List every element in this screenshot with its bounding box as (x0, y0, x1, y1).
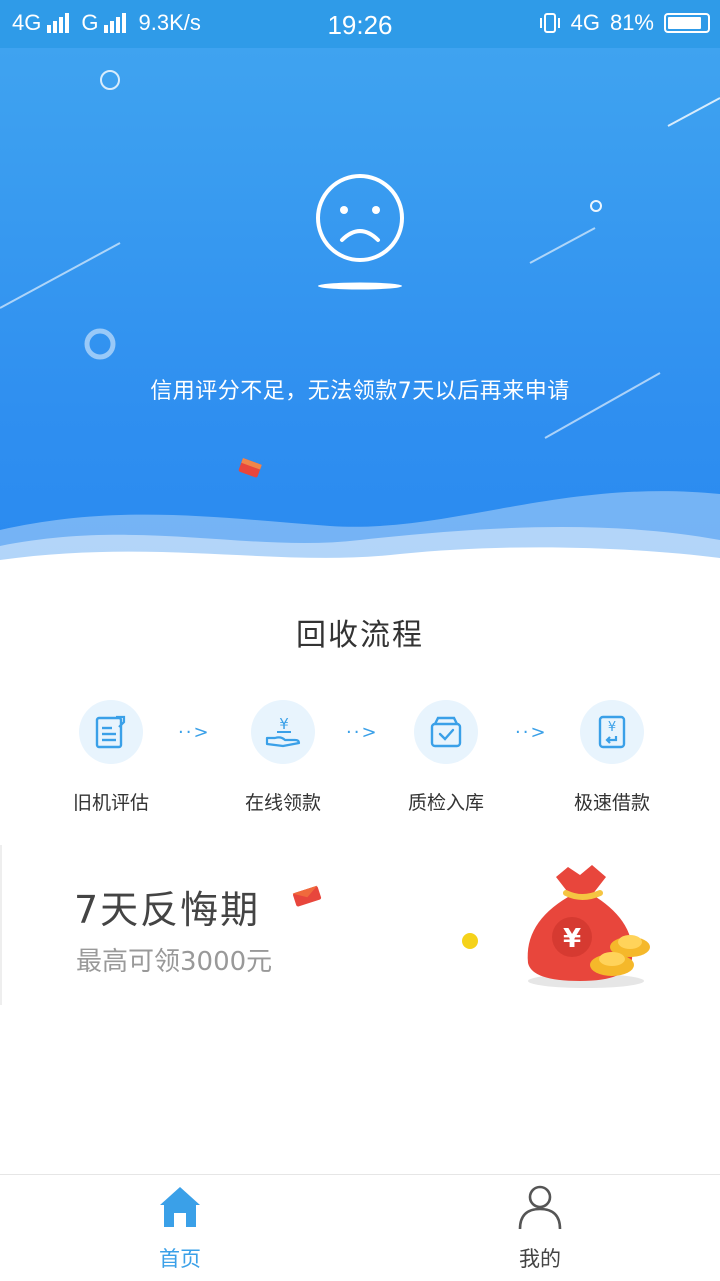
svg-text:¥: ¥ (608, 720, 616, 735)
tab-mine-label: 我的 (519, 1247, 561, 1271)
step-phone-evaluation[interactable]: 旧机评估 (41, 700, 181, 815)
step-fast-loan[interactable]: ¥ 极速借款 (542, 700, 682, 815)
step-label: 质检入库 (407, 792, 484, 814)
red-envelope-icon (292, 885, 322, 907)
document-edit-icon (95, 715, 126, 749)
fast-loan-icon: ¥ (598, 715, 626, 749)
hero-banner: 信用评分不足，无法领款7天以后再来申请 (0, 48, 720, 568)
arrow-icon: ··> (178, 722, 211, 743)
step-icon-bg (79, 700, 143, 764)
network-type-right: 4G (570, 10, 600, 35)
tab-home-label: 首页 (159, 1247, 201, 1271)
step-icon-bg: ¥ (580, 700, 644, 764)
credit-insufficient-message: 信用评分不足，无法领款7天以后再来申请 (150, 379, 570, 404)
tab-mine[interactable]: 我的 (440, 1175, 640, 1281)
hero-decoration (0, 70, 720, 568)
vibrate-icon (539, 13, 560, 33)
promo-title: 7天反悔期 (74, 888, 261, 932)
arrow-icon: ··> (346, 722, 379, 743)
promo-subtitle: 最高可领3000元 (76, 947, 273, 977)
coin-dot-icon (462, 933, 478, 949)
status-bar: 4G G 9.3K/s 19:26 4G 81% (0, 0, 720, 48)
battery-icon (664, 13, 710, 33)
step-online-payout[interactable]: ¥ 在线领款 (213, 700, 353, 815)
home-icon (160, 1187, 200, 1227)
money-bag-icon: ¥ (527, 865, 650, 988)
bottom-tab-bar: 首页 我的 (0, 1174, 720, 1281)
sad-face-icon (316, 174, 404, 290)
svg-text:¥: ¥ (279, 715, 289, 733)
battery-percent: 81% (609, 10, 654, 35)
step-label: 在线领款 (244, 792, 321, 814)
step-label: 极速借款 (573, 792, 650, 814)
status-right: 4G 81% (539, 10, 710, 36)
process-steps: 旧机评估 ··> ¥ 在线领款 ··> 质检入库 ··> ¥ 极速借款 (0, 700, 720, 820)
step-label: 旧机评估 (72, 792, 149, 814)
svg-text:¥: ¥ (563, 924, 581, 954)
promo-card[interactable]: 7天反悔期 最高可领3000元 ¥ (0, 845, 720, 1005)
process-title: 回收流程 (296, 618, 424, 653)
tab-home[interactable]: 首页 (80, 1175, 280, 1281)
user-icon (518, 1185, 562, 1230)
hand-money-icon: ¥ (265, 715, 301, 748)
promo-divider (0, 845, 2, 1005)
step-icon-bg (414, 700, 478, 764)
box-check-icon (430, 716, 462, 748)
step-icon-bg: ¥ (251, 700, 315, 764)
step-quality-check[interactable]: 质检入库 (376, 700, 516, 815)
